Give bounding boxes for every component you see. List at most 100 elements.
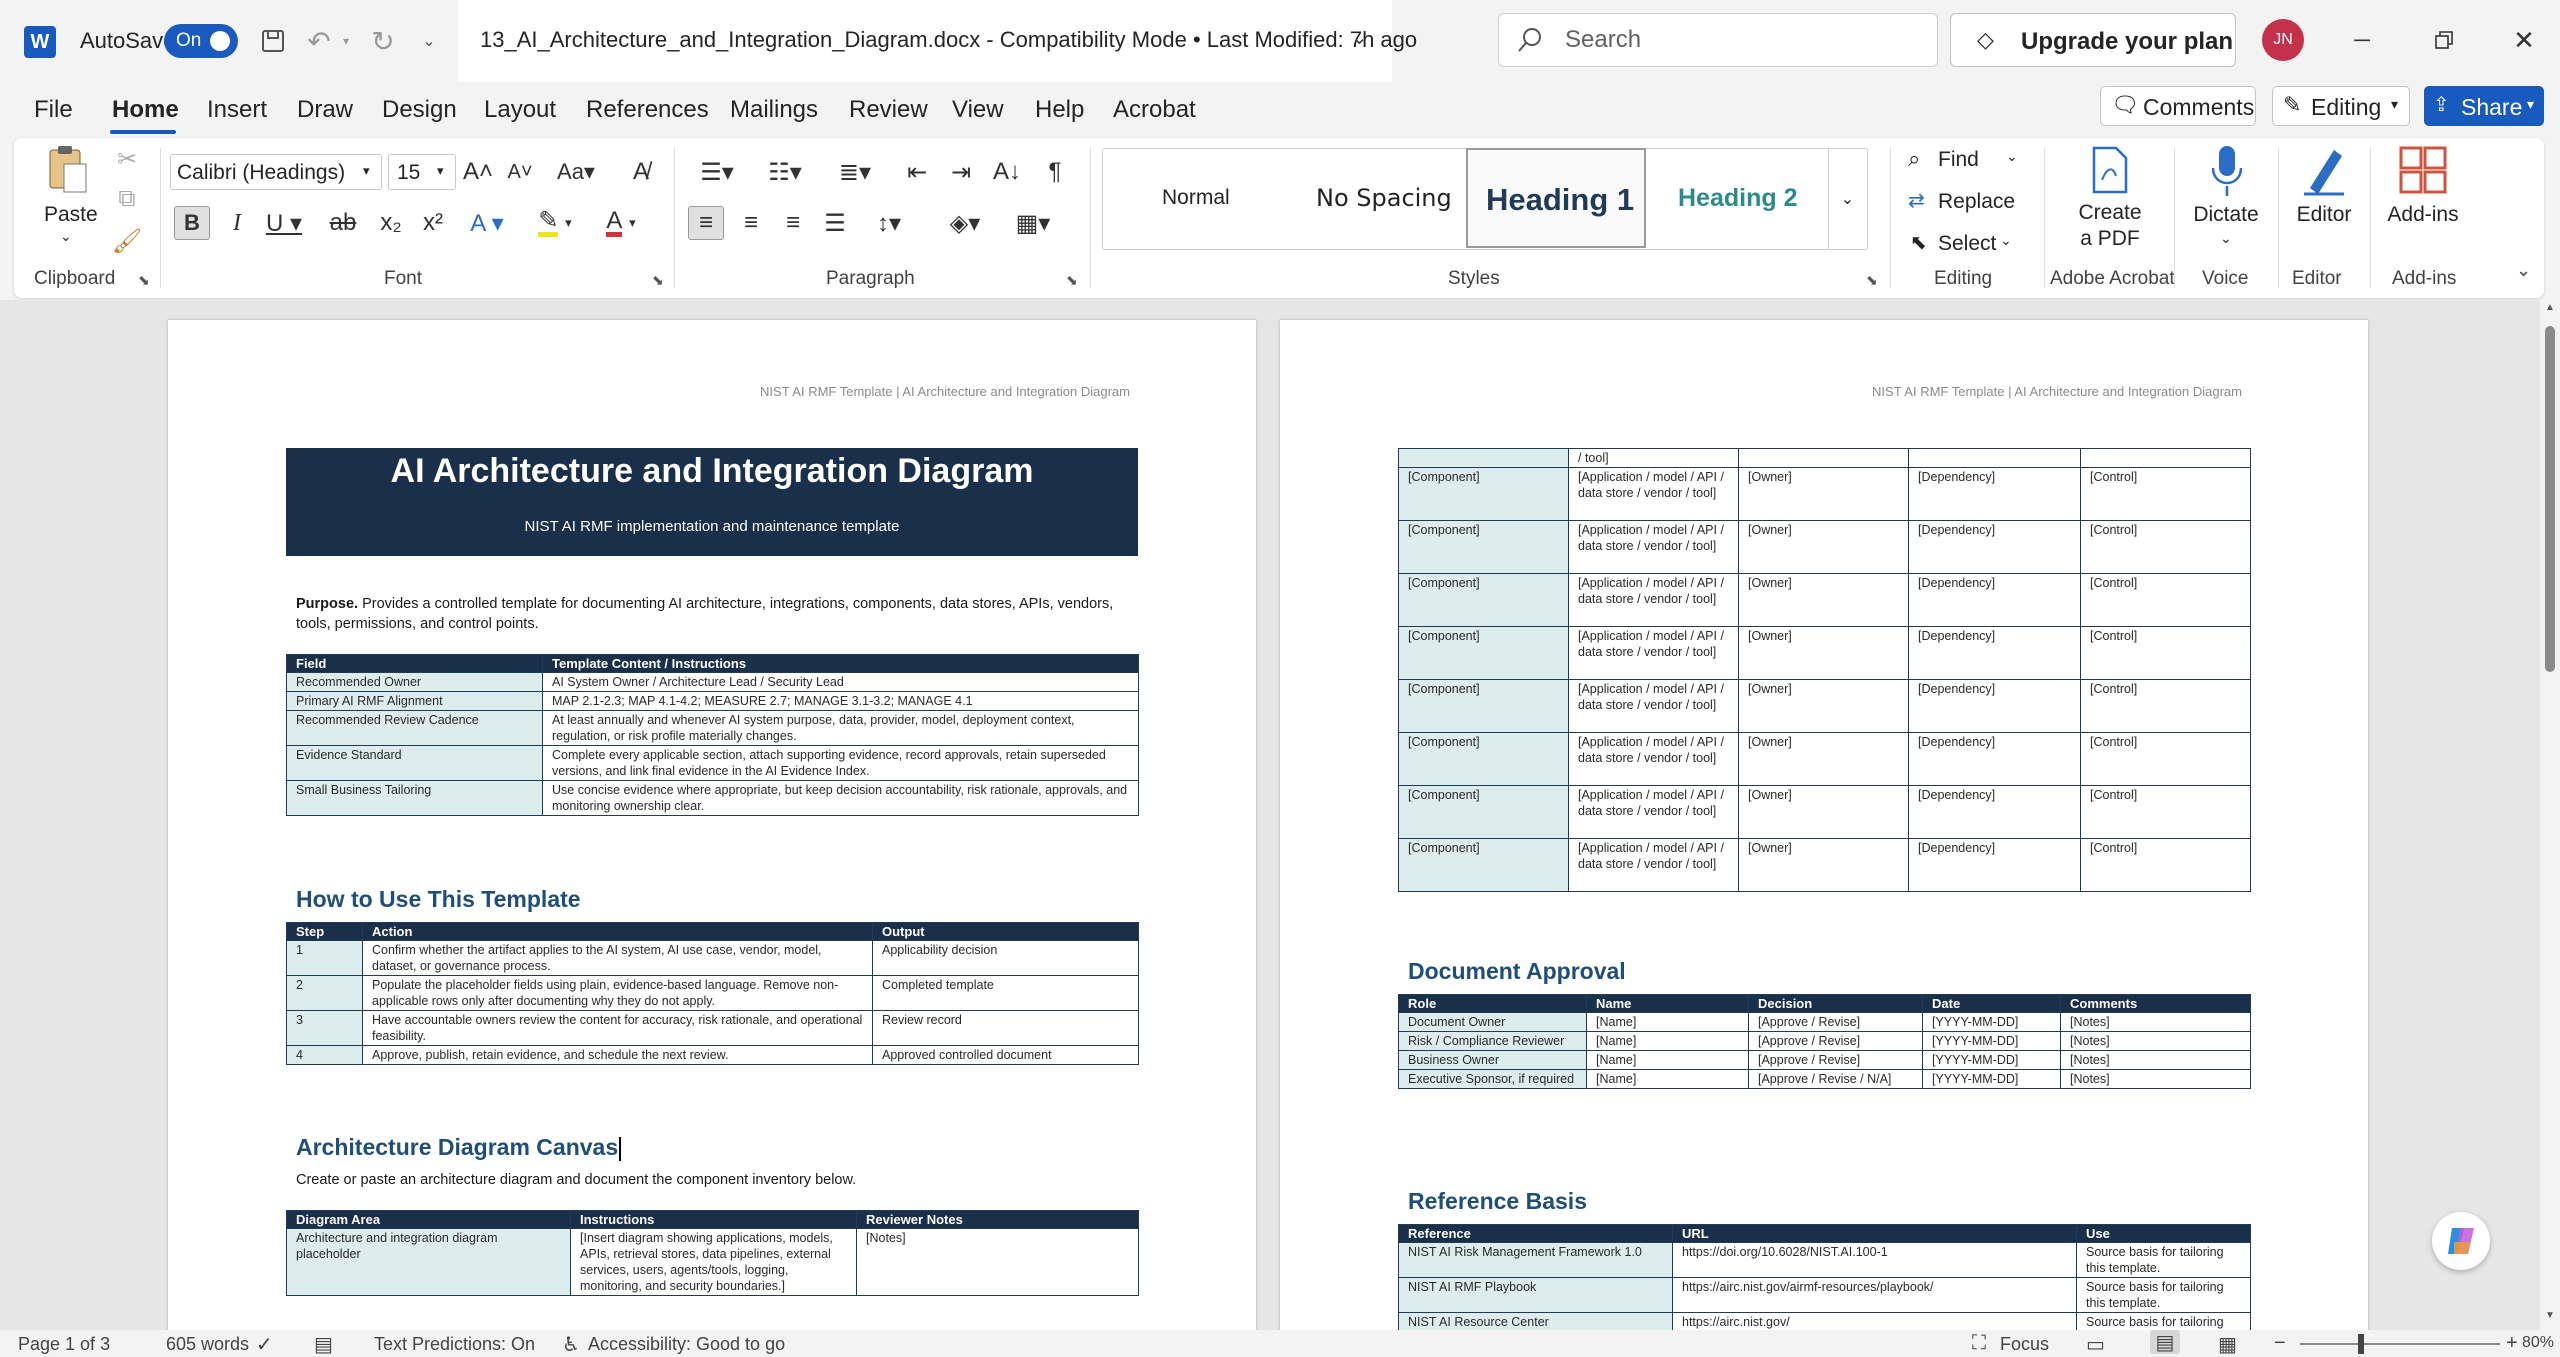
bullets-icon[interactable]: ☰▾ [690, 154, 744, 190]
minimize-icon[interactable]: ─ [2342, 22, 2382, 58]
document-stats-icon[interactable]: ▤ [314, 1332, 333, 1357]
shrink-font-icon[interactable]: A˅ [504, 154, 536, 190]
replace-button[interactable]: ⇄ Replace [1902, 184, 2034, 218]
zoom-in-icon[interactable]: + [2506, 1332, 2518, 1355]
decrease-indent-icon[interactable]: ⇤ [900, 154, 934, 190]
zoom-slider[interactable] [2300, 1334, 2500, 1354]
multilevel-list-icon[interactable]: ≣▾ [828, 154, 882, 190]
style-no-spacing[interactable]: No Spacing [1286, 148, 1466, 248]
proofing-icon[interactable]: ✓ [256, 1332, 273, 1357]
read-mode-icon[interactable]: ▭ [2086, 1332, 2105, 1357]
shading-icon[interactable]: ◈▾ [938, 206, 992, 240]
page-count[interactable]: Page 1 of 3 [18, 1334, 110, 1355]
upgrade-plan-button[interactable]: ◇ Upgrade your plan [1950, 13, 2236, 67]
customize-toolbar-icon[interactable]: ⌄ [414, 26, 444, 56]
increase-indent-icon[interactable]: ⇥ [944, 154, 978, 190]
tab-references[interactable]: References [586, 92, 709, 128]
font-size-select[interactable]: 15 ▾ [388, 154, 456, 190]
avatar[interactable]: JN [2262, 19, 2304, 61]
redo-icon[interactable]: ↻ [366, 24, 400, 58]
select-button[interactable]: ⬉ Select ⌄ [1902, 226, 2034, 260]
superscript-icon[interactable]: x² [416, 206, 450, 240]
focus-mode-button[interactable]: Focus [2000, 1334, 2049, 1355]
align-center-icon[interactable]: ≡ [734, 206, 768, 240]
search-box[interactable]: Search [1498, 13, 1938, 67]
reference-link[interactable]: https://airc.nist.gov/airmf-resources/pl… [1672, 1277, 2077, 1313]
styles-more-icon[interactable]: ⌄ [1828, 148, 1866, 250]
find-button[interactable]: ⌕ Find ⌄ [1902, 142, 2034, 176]
vertical-scrollbar[interactable]: ▲ ▼ [2540, 300, 2560, 1330]
change-case-icon[interactable]: Aa▾ [548, 154, 604, 190]
font-color-icon[interactable]: A ▾ [596, 206, 646, 240]
tab-review[interactable]: Review [849, 92, 928, 128]
tab-mailings[interactable]: Mailings [730, 92, 818, 128]
print-layout-icon[interactable]: ▤ [2150, 1330, 2180, 1354]
tab-home[interactable]: Home [112, 92, 179, 128]
close-icon[interactable]: ✕ [2504, 20, 2544, 60]
paste-button[interactable]: Paste ⌄ [40, 144, 98, 248]
page-2[interactable]: NIST AI RMF Template | AI Architecture a… [1280, 320, 2368, 1330]
tab-layout[interactable]: Layout [484, 92, 556, 128]
text-effects-icon[interactable]: A ▾ [462, 206, 512, 240]
font-name-select[interactable]: Calibri (Headings) ▾ [170, 154, 382, 190]
copy-icon[interactable]: ⧉ [110, 182, 144, 216]
tab-view[interactable]: View [952, 92, 1004, 128]
addins-button[interactable]: Add-ins [2380, 142, 2466, 260]
strikethrough-icon[interactable]: ab [326, 206, 360, 240]
sort-icon[interactable]: A↓ [990, 154, 1024, 190]
tab-file[interactable]: File [34, 92, 73, 128]
dialog-launcher-icon[interactable]: ⬊ [138, 272, 150, 289]
editing-mode-button[interactable]: ✎ Editing ▾ [2272, 86, 2410, 126]
tab-insert[interactable]: Insert [207, 92, 267, 128]
tab-help[interactable]: Help [1035, 92, 1084, 128]
scroll-up-icon[interactable]: ▲ [2545, 302, 2555, 313]
show-formatting-icon[interactable]: ¶ [1038, 154, 1072, 190]
reference-link[interactable]: https://doi.org/10.6028/NIST.AI.100-1 [1672, 1242, 2077, 1278]
format-painter-icon[interactable]: 🖌 [110, 224, 144, 258]
text-predictions-status[interactable]: Text Predictions: On [374, 1334, 535, 1355]
highlight-icon[interactable]: ✎ ▾ [530, 206, 580, 240]
align-left-icon[interactable]: ≡ [688, 206, 724, 240]
save-icon[interactable] [256, 24, 290, 58]
zoom-slider-thumb[interactable] [2358, 1334, 2364, 1354]
clear-formatting-icon[interactable]: A̸ [624, 154, 658, 190]
collapse-ribbon-icon[interactable]: ⌄ [2516, 260, 2531, 281]
zoom-level[interactable]: 80% [2522, 1334, 2554, 1352]
underline-icon[interactable]: U ▾ [262, 206, 306, 240]
undo-dropdown-icon[interactable]: ▾ [338, 26, 354, 56]
reference-link[interactable]: https://airc.nist.gov/ [1672, 1312, 2077, 1330]
document-title-area[interactable]: 13_AI_Architecture_and_Integration_Diagr… [458, 0, 1417, 82]
dialog-launcher-icon[interactable]: ⬊ [1066, 272, 1078, 289]
accessibility-status[interactable]: Accessibility: Good to go [588, 1334, 785, 1355]
zoom-out-icon[interactable]: − [2274, 1332, 2286, 1355]
editor-button[interactable]: Editor [2286, 142, 2362, 260]
tab-acrobat[interactable]: Acrobat [1113, 92, 1196, 128]
dictate-button[interactable]: Dictate ⌄ [2182, 142, 2270, 260]
tab-design[interactable]: Design [382, 92, 457, 128]
share-button[interactable]: ⇪ Share ▾ [2424, 86, 2544, 126]
style-heading-2[interactable]: Heading 2 [1648, 148, 1828, 248]
grow-font-icon[interactable]: A˄ [462, 154, 494, 190]
cut-icon[interactable]: ✂ [110, 142, 144, 176]
autosave-toggle[interactable]: On [164, 24, 238, 58]
create-pdf-button[interactable]: Create a PDF [2060, 144, 2160, 260]
tab-draw[interactable]: Draw [297, 92, 353, 128]
scrollbar-thumb[interactable] [2545, 326, 2555, 672]
comments-button[interactable]: 🗨 Comments [2100, 86, 2256, 126]
web-layout-icon[interactable]: ▦ [2218, 1332, 2237, 1357]
dialog-launcher-icon[interactable]: ⬊ [652, 272, 664, 289]
scroll-down-icon[interactable]: ▼ [2545, 1310, 2555, 1321]
undo-icon[interactable]: ↶ [302, 24, 336, 58]
numbering-icon[interactable]: ☷▾ [758, 154, 812, 190]
restore-icon[interactable] [2424, 22, 2464, 58]
dialog-launcher-icon[interactable]: ⬊ [1866, 272, 1878, 289]
subscript-icon[interactable]: x₂ [374, 206, 408, 240]
word-count[interactable]: 605 words [166, 1334, 249, 1355]
style-normal[interactable]: Normal [1104, 148, 1284, 248]
bold-icon[interactable]: B [174, 206, 210, 240]
copilot-button[interactable] [2432, 1212, 2490, 1270]
page-1[interactable]: NIST AI RMF Template | AI Architecture a… [168, 320, 1256, 1330]
justify-icon[interactable]: ☰ [818, 206, 852, 240]
align-right-icon[interactable]: ≡ [776, 206, 810, 240]
line-spacing-icon[interactable]: ↕▾ [862, 206, 916, 240]
